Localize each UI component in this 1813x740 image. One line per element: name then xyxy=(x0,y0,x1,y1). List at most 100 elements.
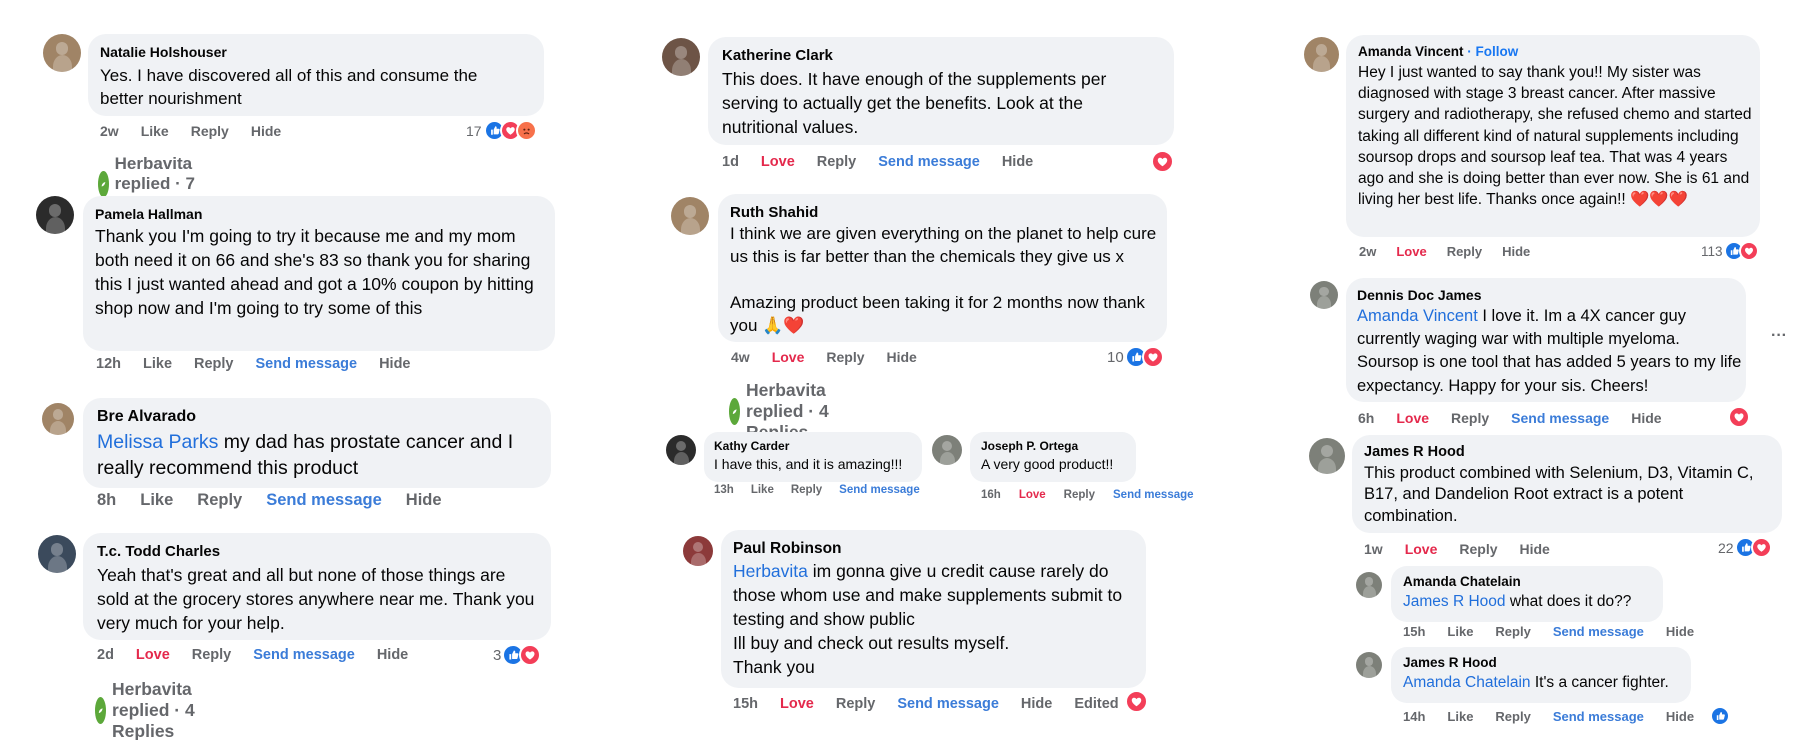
reply-button[interactable]: Reply xyxy=(1495,709,1530,724)
avatar[interactable] xyxy=(932,435,962,465)
author-name[interactable]: Amanda Vincent xyxy=(1358,44,1464,59)
send-message-button[interactable]: Send message xyxy=(256,356,358,372)
timestamp[interactable]: 8h xyxy=(97,491,116,510)
reply-button[interactable]: Reply xyxy=(1459,541,1497,557)
love-button[interactable]: Love xyxy=(136,647,170,663)
avatar[interactable] xyxy=(683,536,713,566)
author-name[interactable]: Joseph P. Ortega xyxy=(981,439,1078,453)
mention-link[interactable]: Herbavita xyxy=(733,561,808,581)
avatar[interactable] xyxy=(42,403,74,435)
love-button[interactable]: Love xyxy=(780,696,814,712)
avatar[interactable] xyxy=(1356,652,1382,678)
send-message-button[interactable]: Send message xyxy=(897,696,999,712)
hide-button[interactable]: Hide xyxy=(377,647,408,663)
send-message-button[interactable]: Send message xyxy=(1511,410,1609,426)
like-button[interactable]: Like xyxy=(140,491,173,510)
author-name[interactable]: Paul Robinson xyxy=(733,540,842,558)
mention-link[interactable]: James R Hood xyxy=(1403,593,1506,610)
reply-button[interactable]: Reply xyxy=(1447,244,1482,259)
mention-link[interactable]: Amanda Chatelain xyxy=(1403,674,1531,691)
avatar[interactable] xyxy=(1309,438,1345,474)
reaction-summary[interactable]: 17 xyxy=(466,120,537,141)
more-icon[interactable]: ··· xyxy=(1771,327,1787,345)
love-button[interactable]: Love xyxy=(772,349,805,365)
reaction-summary[interactable]: 113 xyxy=(1701,241,1759,261)
timestamp[interactable]: 1w xyxy=(1364,541,1383,557)
timestamp[interactable]: 4w xyxy=(731,349,750,365)
send-message-button[interactable]: Send message xyxy=(878,154,980,170)
send-message-button[interactable]: Send message xyxy=(266,491,382,510)
hide-button[interactable]: Hide xyxy=(1666,624,1694,639)
author-name[interactable]: Kathy Carder xyxy=(714,439,789,453)
hide-button[interactable]: Hide xyxy=(251,123,281,139)
reaction-summary[interactable] xyxy=(1710,706,1730,726)
timestamp[interactable]: 2w xyxy=(1359,244,1376,259)
author-name[interactable]: Bre Alvarado xyxy=(97,408,196,426)
like-button[interactable]: Like xyxy=(143,356,172,372)
avatar[interactable] xyxy=(1310,281,1338,309)
reply-button[interactable]: Reply xyxy=(817,154,857,170)
hide-button[interactable]: Hide xyxy=(887,349,917,365)
reaction-summary[interactable]: 10 xyxy=(1107,346,1164,368)
like-button[interactable]: Like xyxy=(751,484,774,496)
timestamp[interactable]: 15h xyxy=(1403,624,1425,639)
hide-button[interactable]: Hide xyxy=(406,491,442,510)
love-button[interactable]: Love xyxy=(761,154,795,170)
timestamp[interactable]: 15h xyxy=(733,696,758,712)
love-button[interactable]: Love xyxy=(1396,410,1429,426)
hide-button[interactable]: Hide xyxy=(379,356,410,372)
reaction-summary[interactable] xyxy=(1728,406,1750,428)
avatar[interactable] xyxy=(43,34,81,72)
hide-button[interactable]: Hide xyxy=(1631,410,1661,426)
timestamp[interactable]: 2w xyxy=(100,123,119,139)
follow-button[interactable]: · Follow xyxy=(1467,44,1518,59)
timestamp[interactable]: 2d xyxy=(97,647,114,663)
author-name[interactable]: Natalie Holshouser xyxy=(100,44,227,60)
reaction-summary[interactable] xyxy=(1125,690,1148,713)
author-name[interactable]: T.c. Todd Charles xyxy=(97,543,220,560)
author-name[interactable]: James R Hood xyxy=(1403,655,1497,670)
reply-button[interactable]: Reply xyxy=(826,349,864,365)
reply-button[interactable]: Reply xyxy=(1064,489,1095,501)
reply-button[interactable]: Reply xyxy=(1495,624,1530,639)
hide-button[interactable]: Hide xyxy=(1502,244,1530,259)
send-message-button[interactable]: Send message xyxy=(1113,489,1194,501)
like-button[interactable]: Like xyxy=(1447,624,1473,639)
hide-button[interactable]: Hide xyxy=(1666,709,1694,724)
timestamp[interactable]: 1d xyxy=(722,154,739,170)
love-button[interactable]: Love xyxy=(1396,244,1426,259)
avatar[interactable] xyxy=(666,435,696,465)
send-message-button[interactable]: Send message xyxy=(839,484,920,496)
timestamp[interactable]: 6h xyxy=(1358,410,1374,426)
send-message-button[interactable]: Send message xyxy=(1553,624,1644,639)
hide-button[interactable]: Hide xyxy=(1520,541,1550,557)
reply-button[interactable]: Reply xyxy=(197,491,242,510)
mention-link[interactable]: Amanda Vincent xyxy=(1357,307,1478,325)
reply-button[interactable]: Reply xyxy=(191,123,229,139)
love-button[interactable]: Love xyxy=(1019,489,1046,501)
reply-button[interactable]: Reply xyxy=(192,647,232,663)
reply-button[interactable]: Reply xyxy=(1451,410,1489,426)
avatar[interactable] xyxy=(36,196,74,234)
timestamp[interactable]: 14h xyxy=(1403,709,1425,724)
like-button[interactable]: Like xyxy=(1447,709,1473,724)
mention-link[interactable]: Melissa Parks xyxy=(97,431,218,453)
avatar[interactable] xyxy=(1304,37,1339,72)
replies-link[interactable]: Herbavita replied · 4 Replies xyxy=(95,679,208,740)
like-button[interactable]: Like xyxy=(141,123,169,139)
reaction-summary[interactable] xyxy=(1151,150,1174,173)
author-name[interactable]: Amanda Chatelain xyxy=(1403,574,1521,589)
timestamp[interactable]: 13h xyxy=(714,484,734,496)
love-button[interactable]: Love xyxy=(1405,541,1438,557)
reply-button[interactable]: Reply xyxy=(791,484,822,496)
avatar[interactable] xyxy=(671,197,709,235)
author-name[interactable]: Ruth Shahid xyxy=(730,204,818,221)
reply-button[interactable]: Reply xyxy=(194,356,234,372)
avatar[interactable] xyxy=(38,535,76,573)
hide-button[interactable]: Hide xyxy=(1002,154,1033,170)
reaction-summary[interactable]: 3 xyxy=(493,644,542,666)
avatar[interactable] xyxy=(1356,572,1382,598)
send-message-button[interactable]: Send message xyxy=(1553,709,1644,724)
author-name[interactable]: Dennis Doc James xyxy=(1357,287,1482,303)
reply-button[interactable]: Reply xyxy=(836,696,876,712)
